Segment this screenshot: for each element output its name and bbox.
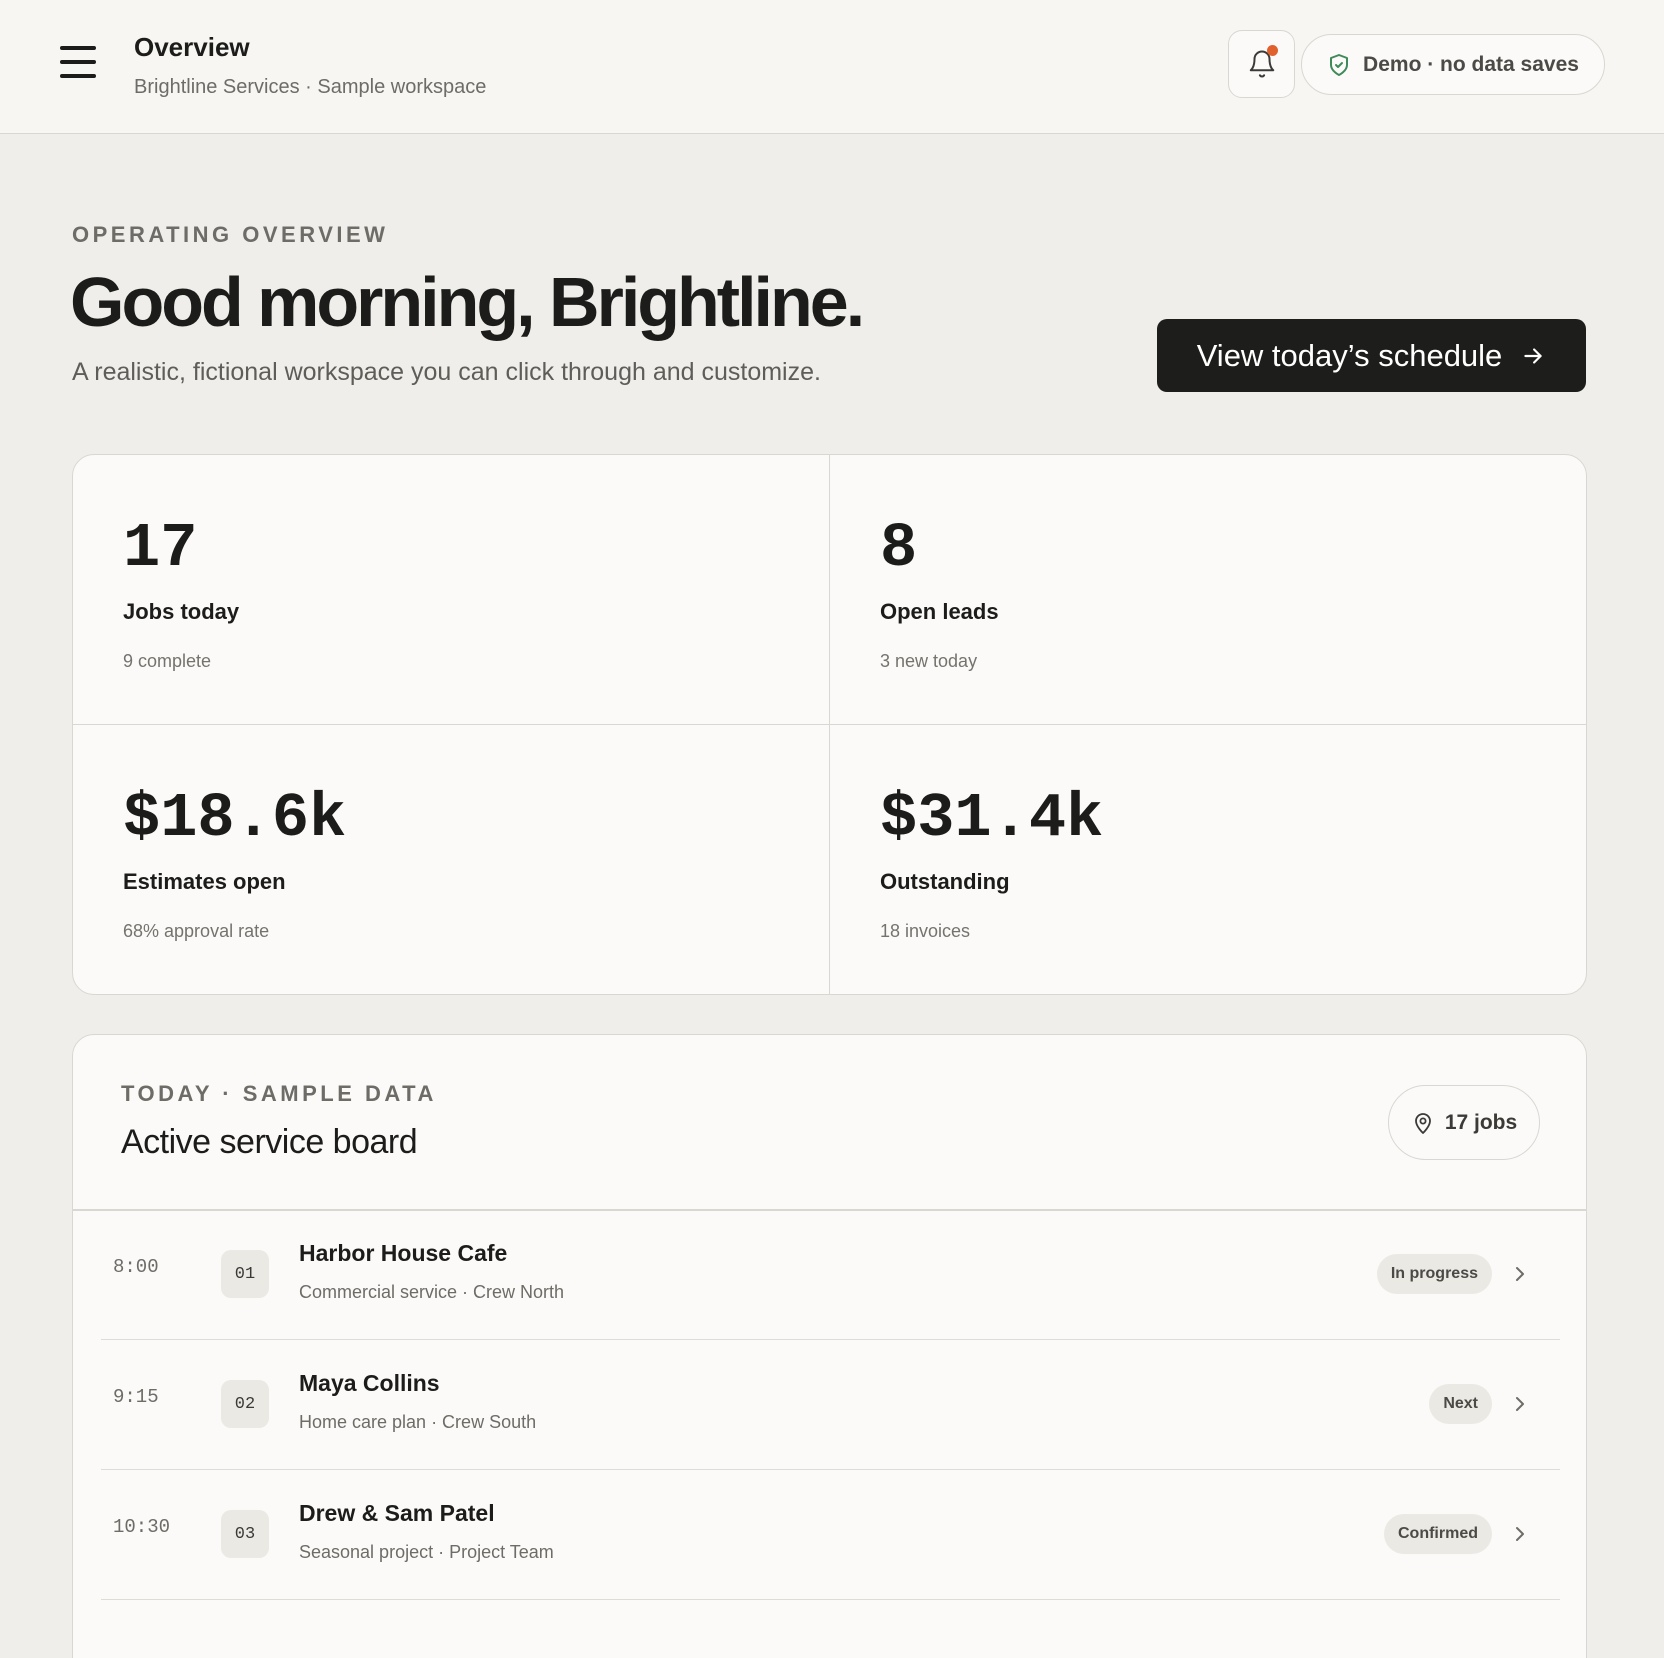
top-bar: Overview Brightline Services · Sample wo… (0, 0, 1664, 134)
job-client-name: Maya Collins (299, 1370, 440, 1396)
stat-value: 8 (880, 513, 918, 584)
menu-button[interactable] (58, 44, 98, 80)
stat-note: 9 complete (123, 651, 212, 671)
job-number: 02 (221, 1380, 269, 1428)
job-client-name: Drew & Sam Patel (299, 1500, 495, 1526)
job-client-name: Harbor House Cafe (299, 1240, 508, 1266)
job-row[interactable]: 9:15 02 Maya Collins Home care plan · Cr… (101, 1340, 1560, 1470)
job-status-badge: In progress (1376, 1254, 1492, 1294)
job-row[interactable]: 10:30 03 Drew & Sam Patel Seasonal proje… (101, 1470, 1560, 1600)
stat-value: 17 (123, 513, 198, 584)
stat-note: 68% approval rate (123, 921, 270, 941)
greeting-subtitle: A realistic, fictional workspace you can… (72, 358, 821, 386)
section-eyebrow: OPERATING OVERVIEW (72, 222, 389, 247)
arrow-right-icon (1524, 347, 1542, 364)
shield-check-icon (1330, 53, 1349, 76)
stat-label: Outstanding (880, 869, 1010, 894)
chevron-right-icon[interactable] (1508, 1262, 1532, 1286)
jobs-count-button[interactable]: 17 jobs (1388, 1085, 1540, 1160)
hamburger-icon-line (60, 74, 96, 78)
job-time: 8:00 (113, 1256, 159, 1278)
page-title: Overview (134, 32, 250, 62)
demo-mode-label: Demo · no data saves (1363, 52, 1579, 76)
view-schedule-button[interactable]: View today’s schedule (1157, 319, 1586, 392)
stat-estimates-open[interactable]: $18.6k Estimates open 68% approval rate (73, 725, 830, 994)
chevron-right-icon[interactable] (1508, 1392, 1532, 1416)
stat-value: $31.4k (880, 783, 1104, 854)
job-time: 9:15 (113, 1386, 159, 1408)
chevron-right-icon[interactable] (1508, 1522, 1532, 1546)
job-meta: Seasonal project · Project Team (299, 1542, 554, 1562)
job-number: 03 (221, 1510, 269, 1558)
job-status-badge: Confirmed (1384, 1514, 1492, 1554)
board-eyebrow: TODAY · SAMPLE DATA (121, 1081, 437, 1106)
job-row[interactable]: 8:00 01 Harbor House Cafe Commercial ser… (101, 1210, 1560, 1340)
map-pin-icon (1414, 1112, 1431, 1134)
notification-dot (1267, 45, 1278, 56)
board-title: Active service board (121, 1123, 418, 1161)
view-schedule-label: View today’s schedule (1196, 337, 1503, 373)
greeting-heading: Good morning, Brightline. (70, 263, 865, 341)
notifications-button[interactable] (1228, 30, 1295, 98)
service-board: TODAY · SAMPLE DATA Active service board… (72, 1034, 1587, 1658)
stat-open-leads[interactable]: 8 Open leads 3 new today (830, 455, 1586, 725)
stat-outstanding[interactable]: $31.4k Outstanding 18 invoices (830, 725, 1586, 994)
stat-value: $18.6k (123, 783, 347, 854)
stat-label: Estimates open (123, 869, 286, 894)
jobs-count-label: 17 jobs (1444, 1110, 1518, 1134)
hamburger-icon-line (60, 46, 96, 50)
stat-label: Jobs today (123, 599, 240, 624)
job-meta: Home care plan · Crew South (299, 1412, 537, 1432)
stat-note: 18 invoices (880, 921, 971, 941)
hamburger-icon-line (60, 60, 96, 64)
job-number: 01 (221, 1250, 269, 1298)
stat-jobs-today[interactable]: 17 Jobs today 9 complete (73, 455, 830, 725)
job-time: 10:30 (113, 1516, 171, 1538)
stat-note: 3 new today (880, 651, 978, 671)
job-meta: Commercial service · Crew North (299, 1282, 565, 1302)
demo-mode-badge[interactable]: Demo · no data saves (1301, 34, 1605, 95)
stat-label: Open leads (880, 599, 999, 624)
job-status-badge: Next (1429, 1384, 1492, 1424)
workspace-subtitle: Brightline Services · Sample workspace (134, 76, 487, 98)
stats-grid: 17 Jobs today 9 complete 8 Open leads 3 … (72, 454, 1587, 995)
